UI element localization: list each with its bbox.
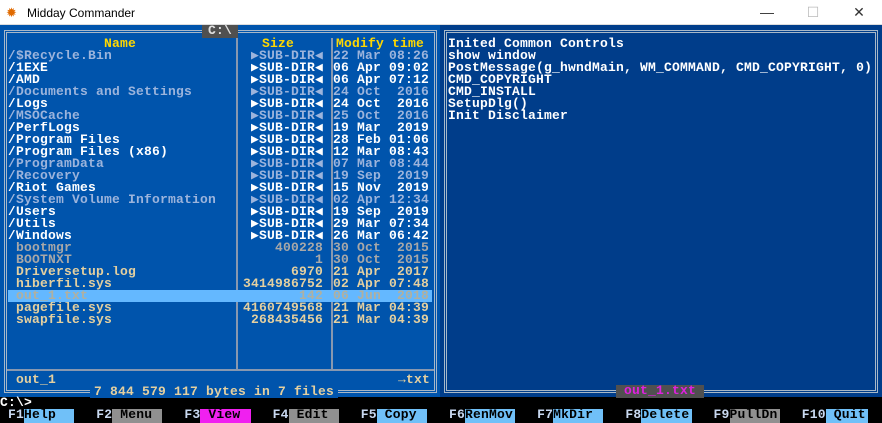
- fkey-f6[interactable]: F6 RenMov: [441, 407, 529, 423]
- file-size: ▶SUB-DIR◀: [250, 50, 323, 62]
- fkey-f2[interactable]: F2 Menu: [88, 407, 176, 423]
- fkey-f9[interactable]: F9 PullDn: [706, 407, 794, 423]
- fkey-f10[interactable]: F10 Quit: [794, 407, 882, 423]
- file-size: 1: [314, 254, 323, 266]
- fkey-number: F7: [537, 407, 554, 422]
- file-name: /1EXE: [8, 62, 49, 74]
- file-size: ▶SUB-DIR◀: [250, 74, 323, 86]
- fkey-f1[interactable]: F1 Help: [0, 407, 88, 423]
- fkey-label: Menu: [112, 408, 163, 423]
- viewer-content: Inited Common Controls show window PostMes…: [448, 37, 872, 123]
- file-size: ▶SUB-DIR◀: [250, 122, 323, 134]
- fkey-label: Help: [24, 408, 75, 423]
- fkey-label: PullDn: [729, 408, 780, 423]
- file-size: ▶SUB-DIR◀: [250, 182, 323, 194]
- fkey-label: Delete: [641, 408, 692, 423]
- file-list: /$Recycle.Bin ▶SUB-DIR◀ 22 Mar 08:26/1EXE ▶…: [8, 49, 432, 327]
- file-size: ▶SUB-DIR◀: [250, 62, 323, 74]
- file-size: 4160749568: [242, 302, 323, 314]
- file-name: /$Recycle.Bin: [8, 50, 113, 62]
- file-name: /Program Files: [8, 134, 121, 146]
- fkey-label: MkDir: [553, 408, 604, 423]
- viewer-line: Init Disclaimer: [448, 108, 569, 123]
- file-name: out_1.txt: [8, 290, 89, 302]
- app-icon: ✹: [6, 5, 17, 20]
- fkey-label: Edit: [288, 408, 339, 423]
- file-size: 6970: [290, 266, 323, 278]
- panel-path: C:\: [202, 24, 238, 38]
- file-size: ▶SUB-DIR◀: [250, 86, 323, 98]
- file-name: /Program Files (x86): [8, 146, 169, 158]
- current-file-name: out_1: [16, 372, 57, 387]
- file-size: ▶SUB-DIR◀: [250, 194, 323, 206]
- file-name: /Users: [8, 206, 57, 218]
- panel-summary: 7 844 579 117 bytes in 7 files: [90, 385, 339, 398]
- fkey-f5[interactable]: F5 Copy: [353, 407, 441, 423]
- file-name: BOOTNXT: [8, 254, 73, 266]
- viewer-filename: out_1.txt: [616, 384, 705, 398]
- fkey-number: F6: [448, 407, 465, 422]
- close-button[interactable]: ✕: [836, 0, 882, 25]
- file-name: /Recovery: [8, 170, 81, 182]
- fkey-label: Quit: [825, 408, 868, 423]
- file-name: swapfile.sys: [8, 314, 113, 326]
- fkey-number: F9: [713, 407, 730, 422]
- file-size: ▶SUB-DIR◀: [250, 98, 323, 110]
- fkey-number: F8: [625, 407, 642, 422]
- file-name: /ProgramData: [8, 158, 105, 170]
- fkey-label: View: [200, 408, 251, 423]
- file-size: 3414986752: [242, 278, 323, 290]
- file-name: /AMD: [8, 74, 41, 86]
- file-size: ▶SUB-DIR◀: [250, 230, 323, 242]
- file-name: /Windows: [8, 230, 73, 242]
- maximize-button[interactable]: ☐: [790, 0, 836, 25]
- file-row[interactable]: swapfile.sys 268435456 21 Mar 04:39: [8, 312, 432, 327]
- file-size: ▶SUB-DIR◀: [250, 110, 323, 122]
- file-size: ▶SUB-DIR◀: [250, 158, 323, 170]
- fkey-number: F10: [801, 407, 826, 422]
- file-size: ▶SUB-DIR◀: [250, 170, 323, 182]
- file-name: /Utils: [8, 218, 57, 230]
- fkey-f8[interactable]: F8 Delete: [617, 407, 705, 423]
- fkey-f3[interactable]: F3 View: [176, 407, 264, 423]
- column-header-size[interactable]: Size: [262, 37, 294, 50]
- fkey-f7[interactable]: F7 MkDir: [529, 407, 617, 423]
- file-size: ▶SUB-DIR◀: [250, 218, 323, 230]
- panel-separator: [7, 369, 434, 371]
- file-size: 142: [298, 290, 323, 302]
- file-size: 400228: [274, 242, 323, 254]
- current-file-ext: →txt: [397, 372, 430, 387]
- file-size: ▶SUB-DIR◀: [250, 146, 323, 158]
- fkey-number: F4: [272, 407, 289, 422]
- right-viewer-panel[interactable]: Inited Common Controls show window PostMes…: [440, 25, 882, 398]
- file-name: /Logs: [8, 98, 49, 110]
- file-size: ▶SUB-DIR◀: [250, 134, 323, 146]
- fkey-number: F3: [184, 407, 201, 422]
- file-name: Driversetup.log: [8, 266, 137, 278]
- file-size: 268435456: [250, 314, 323, 326]
- title-bar: ✹ Midday Commander — ☐ ✕: [0, 0, 882, 25]
- fkey-number: F2: [96, 407, 113, 422]
- fkey-number: F5: [360, 407, 377, 422]
- fkey-label: RenMov: [464, 408, 516, 423]
- file-size: ▶SUB-DIR◀: [250, 206, 323, 218]
- file-name: /System Volume Information: [8, 194, 217, 206]
- fkey-f4[interactable]: F4 Edit: [265, 407, 353, 423]
- fkey-label: Copy: [376, 408, 427, 423]
- file-time: 21 Mar 04:39: [333, 312, 430, 327]
- column-header-name[interactable]: Name: [104, 37, 136, 50]
- file-name: /Documents and Settings: [8, 86, 193, 98]
- file-name: /MSOCache: [8, 110, 81, 122]
- file-name: hiberfil.sys: [8, 278, 113, 290]
- file-name: /PerfLogs: [8, 122, 81, 134]
- window-title: Midday Commander: [27, 6, 136, 20]
- fkey-number: F1: [8, 407, 25, 422]
- file-name: /Riot Games: [8, 182, 97, 194]
- file-name: pagefile.sys: [8, 302, 113, 314]
- minimize-button[interactable]: —: [744, 0, 790, 25]
- left-file-panel[interactable]: C:\ Name Size Modify time /$Recycle.Bin ▶…: [0, 24, 440, 398]
- function-key-bar: F1 Help F2 Menu F3 View F4 Edit F5 Copy F6 RenM…: [0, 407, 882, 423]
- file-name: bootmgr: [8, 242, 73, 254]
